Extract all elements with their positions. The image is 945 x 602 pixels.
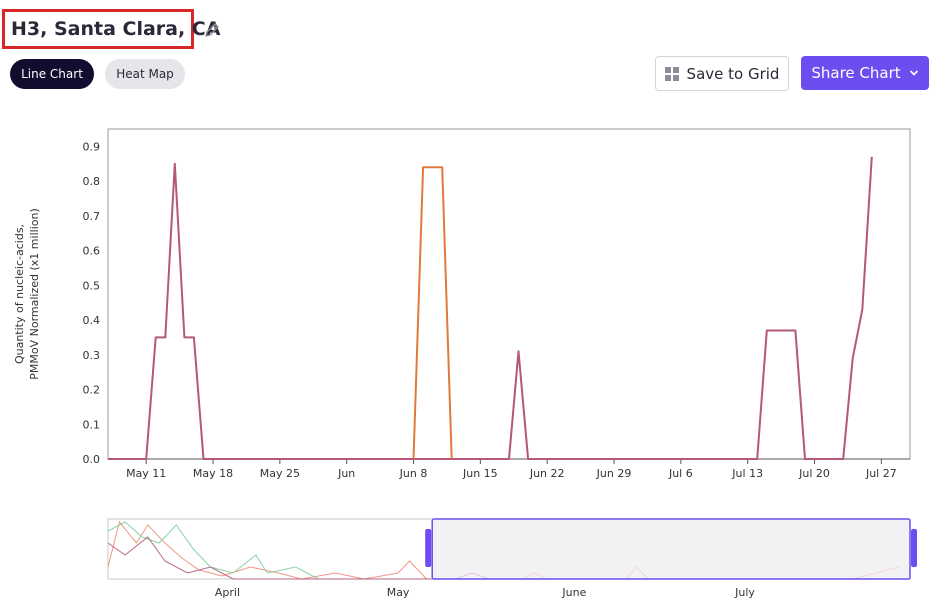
share-chart-button[interactable]: Share Chart (801, 56, 929, 90)
plot-area (107, 128, 911, 460)
navigator-right-handle[interactable] (911, 529, 917, 567)
x-tick-label: May 11 (126, 467, 166, 480)
y-tick-label: 0.9 (83, 140, 101, 153)
navigator-tick-label: April (215, 586, 240, 599)
x-tick-label: Jul 20 (798, 467, 830, 480)
x-tick-label: May 25 (260, 467, 300, 480)
y-tick-label: 0.5 (83, 279, 101, 292)
x-tick-label: Jun 22 (529, 467, 565, 480)
x-tick-label: Jun 8 (399, 467, 428, 480)
save-to-grid-button[interactable]: Save to Grid (655, 56, 789, 91)
y-tick-label: 0.4 (83, 314, 101, 327)
x-tick-label: May 18 (193, 467, 233, 480)
y-tick-label: 0.7 (83, 210, 101, 223)
range-navigator[interactable]: April May June July (0, 505, 945, 602)
chart-title-box: H3, Santa Clara, CA (2, 9, 220, 49)
navigator-left-handle[interactable] (425, 529, 432, 567)
y-tick-label: 0.2 (83, 384, 101, 397)
tab-heat-map[interactable]: Heat Map (105, 59, 185, 89)
y-tick-label: 0.3 (83, 349, 101, 362)
y-tick-label: 0.8 (83, 175, 101, 188)
chevron-down-icon (909, 70, 918, 76)
navigator-tick-label: June (561, 586, 586, 599)
y-axis-label-line2: PMMoV Normalized (x1 million) (28, 208, 41, 379)
navigator-selection[interactable] (431, 518, 911, 580)
y-tick-label: 0.6 (83, 245, 101, 258)
y-axis-label-line1: Quantity of nucleic-acids, (13, 224, 26, 364)
y-axis-label: Quantity of nucleic-acids, PMMoV Normaliz… (13, 208, 41, 379)
tab-line-chart[interactable]: Line Chart (10, 59, 94, 89)
x-tick-label: Jun (337, 467, 355, 480)
y-tick-label: 0.1 (83, 418, 101, 431)
pencil-icon[interactable] (203, 21, 221, 39)
share-chart-label: Share Chart (811, 64, 901, 82)
navigator-tick-label: July (734, 586, 755, 599)
navigator-tick-label: May (387, 586, 410, 599)
y-tick-label: 0.0 (83, 453, 101, 466)
x-tick-label: Jun 29 (596, 467, 632, 480)
x-tick-label: Jun 15 (462, 467, 498, 480)
line-chart: 0.0 0.1 0.2 0.3 0.4 0.5 0.6 0.7 0.8 0.9 May 11 May … (13, 128, 911, 480)
x-tick-label: Jul 13 (731, 467, 763, 480)
save-to-grid-label: Save to Grid (686, 64, 780, 83)
page-title: H3, Santa Clara, CA (11, 18, 221, 40)
grid-icon (664, 66, 679, 81)
x-tick-label: Jul 6 (668, 467, 693, 480)
x-tick-label: Jul 27 (865, 467, 897, 480)
